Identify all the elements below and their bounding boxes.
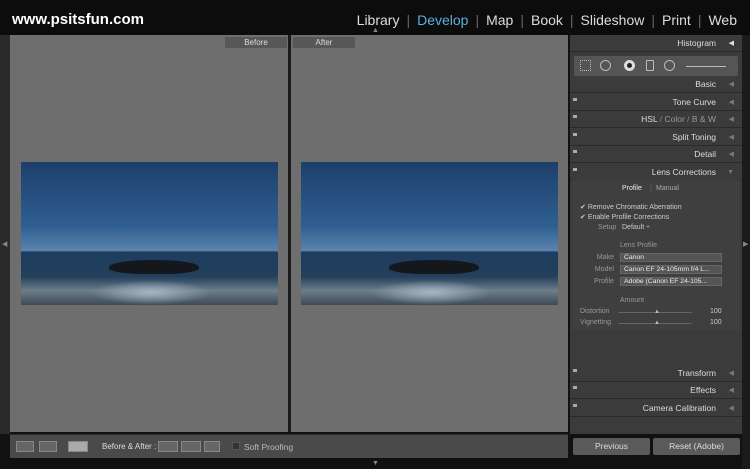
filmstrip-toggle-icon[interactable]: ▼ (372, 460, 379, 467)
amount-title: Amount (620, 297, 645, 304)
effects-header[interactable]: Effects ◀ (570, 382, 742, 399)
soft-proofing-label: Soft Proofing (244, 442, 294, 452)
previous-button[interactable]: Previous (573, 438, 650, 455)
left-panel-toggle-icon[interactable]: ◀ (2, 240, 7, 248)
module-develop[interactable]: Develop (410, 12, 475, 28)
profile-select[interactable]: Adobe (Canon EF 24-105... (620, 277, 722, 286)
left-panel-strip: ◀ (0, 35, 10, 434)
after-label: After (293, 37, 355, 48)
before-after-label: Before & After : (102, 442, 157, 451)
right-panel: Histogram ◀ Basic ◀ Tone Curve ◀ HSL / Colo… (570, 35, 742, 434)
before-after-divider (288, 35, 291, 432)
make-label: Make (596, 254, 614, 261)
module-map[interactable]: Map (479, 12, 520, 28)
model-select[interactable]: Canon EF 24-105mm f/4 L... (620, 265, 722, 274)
vignetting-slider[interactable]: ▲ (618, 320, 692, 326)
lens-profile-title: Lens Profile (620, 242, 657, 249)
split-toning-header[interactable]: Split Toning ◀ (570, 129, 742, 146)
profile-label: Profile (594, 278, 614, 285)
before-photo (21, 162, 278, 305)
histogram-header[interactable]: Histogram ◀ (570, 35, 742, 52)
module-picker: Library | Develop | Map | Book | Slideshow | … (350, 12, 744, 28)
check-icon: ✔ (580, 204, 586, 211)
vignetting-label: Vignetting (580, 319, 612, 326)
loupe-view-button[interactable] (16, 441, 34, 452)
tool-strip (574, 56, 738, 76)
hsl-header[interactable]: HSL / Color / B & W ◀ (570, 111, 742, 128)
vignetting-value[interactable]: 100 (710, 319, 722, 326)
tab-manual[interactable]: Manual (656, 185, 679, 192)
logo: www.psitsfun.com (12, 11, 144, 28)
module-print[interactable]: Print (655, 12, 698, 28)
spot-removal-icon[interactable] (600, 60, 611, 71)
distortion-value[interactable]: 100 (710, 308, 722, 315)
tone-curve-header[interactable]: Tone Curve ◀ (570, 94, 742, 111)
top-panel-toggle-icon[interactable]: ▲ (372, 27, 379, 34)
check-icon: ✔ (580, 214, 586, 221)
crop-icon[interactable] (580, 60, 591, 71)
tab-profile[interactable]: Profile (622, 185, 642, 192)
lens-corrections-panel: Profile | Manual ✔ Remove Chromatic Aber… (572, 180, 740, 330)
radial-filter-icon[interactable] (664, 60, 675, 71)
lens-corrections-header[interactable]: Lens Corrections ▼ (570, 164, 742, 181)
distortion-slider[interactable]: ▲ (618, 309, 692, 315)
model-label: Model (594, 266, 614, 273)
module-book[interactable]: Book (524, 12, 570, 28)
make-select[interactable]: Canon (620, 253, 722, 262)
soft-proofing-checkbox[interactable] (232, 442, 240, 450)
transform-header[interactable]: Transform ◀ (570, 365, 742, 382)
basic-header[interactable]: Basic ◀ (570, 76, 742, 93)
enable-profile-checkbox[interactable]: ✔ Enable Profile Corrections (580, 213, 669, 221)
right-panel-toggle-icon[interactable]: ▶ (743, 240, 748, 248)
graduated-filter-icon[interactable] (646, 60, 654, 71)
module-slideshow[interactable]: Slideshow (574, 12, 652, 28)
swap-button[interactable] (204, 441, 220, 452)
ra-view-button[interactable] (39, 441, 57, 452)
remove-ca-checkbox[interactable]: ✔ Remove Chromatic Aberration (580, 203, 682, 211)
after-photo (301, 162, 558, 305)
camera-calibration-header[interactable]: Camera Calibration ◀ (570, 400, 742, 417)
module-web[interactable]: Web (701, 12, 744, 28)
module-library[interactable]: Library (350, 12, 407, 28)
red-eye-icon[interactable] (624, 60, 635, 71)
detail-header[interactable]: Detail ◀ (570, 146, 742, 163)
bottom-toolbar: Before & After : Soft Proofing (10, 434, 568, 458)
panel-scrollbar[interactable]: ▶ (742, 35, 750, 469)
before-label: Before (225, 37, 287, 48)
copy-before-to-after-button[interactable] (158, 441, 178, 452)
reset-button[interactable]: Reset (Adobe) (653, 438, 740, 455)
setup-label: Setup (598, 224, 617, 231)
setup-select[interactable]: Default ÷ (622, 224, 650, 231)
distortion-label: Distortion (580, 308, 610, 315)
yy-view-button[interactable] (68, 441, 88, 452)
adjustment-brush-icon[interactable] (686, 66, 726, 67)
copy-after-to-before-button[interactable] (181, 441, 201, 452)
